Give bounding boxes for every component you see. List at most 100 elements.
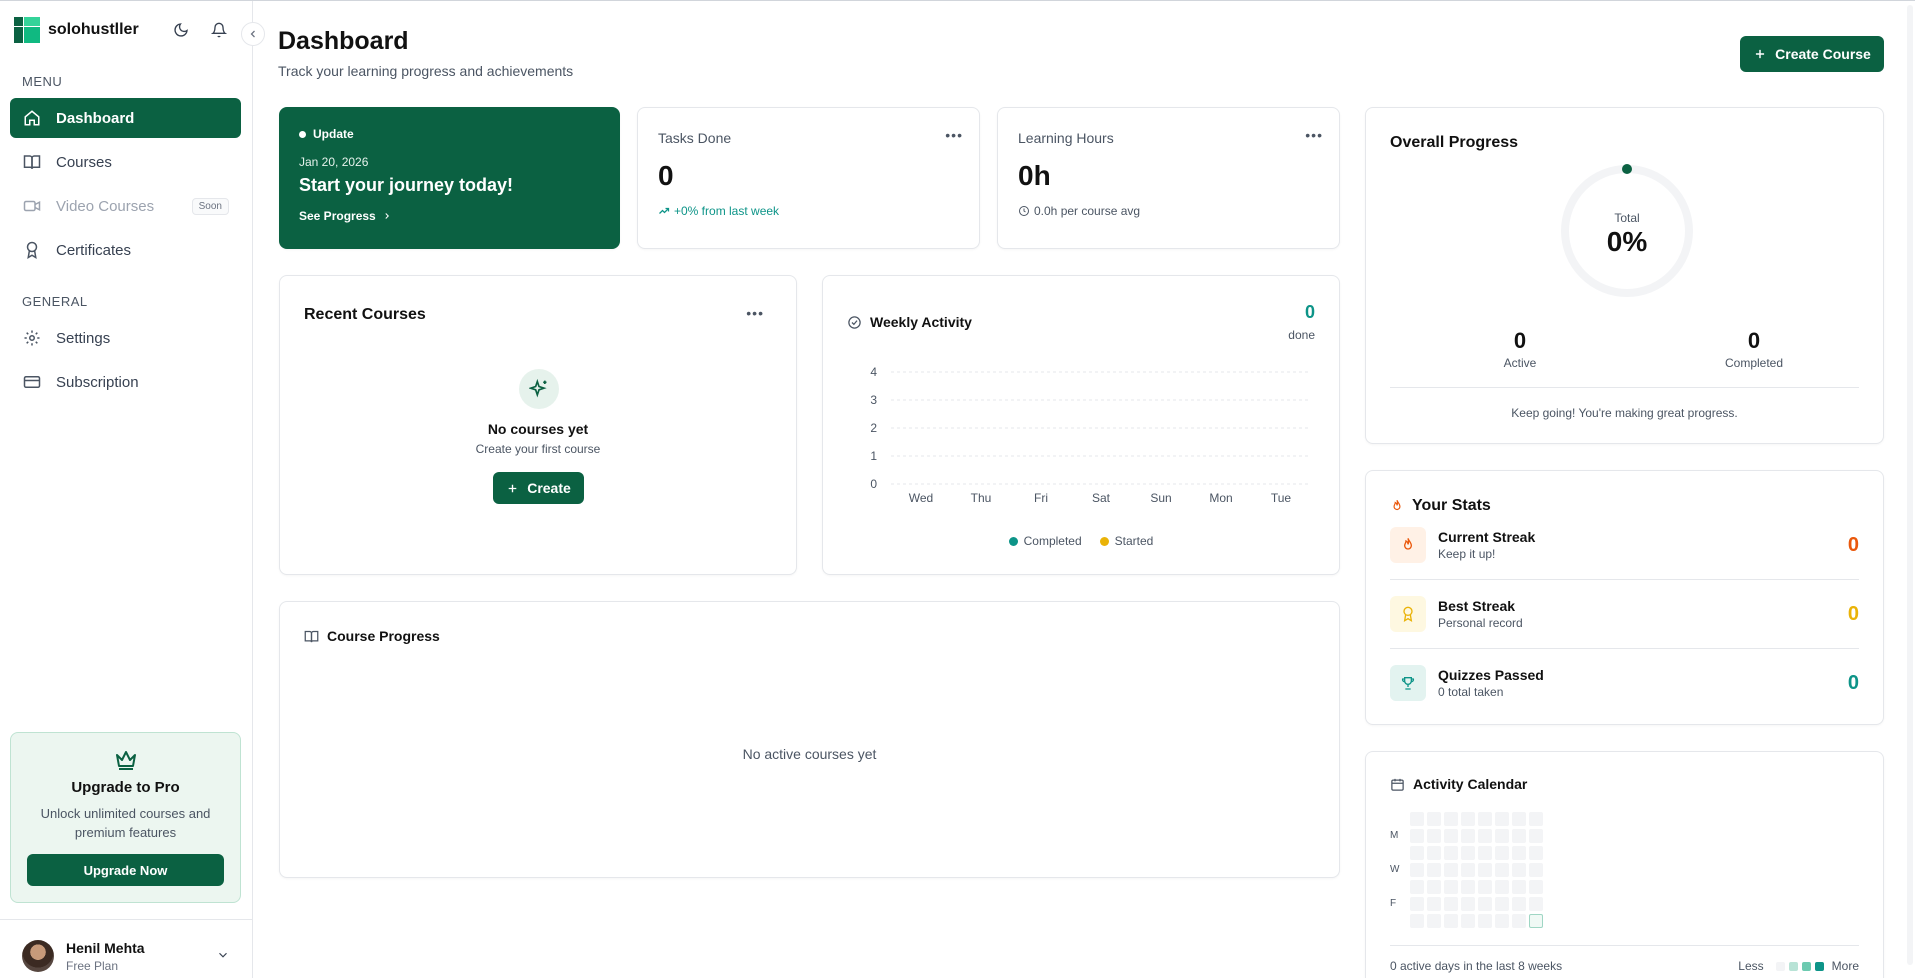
calendar-cell[interactable] bbox=[1444, 897, 1458, 911]
calendar-cell[interactable] bbox=[1461, 846, 1475, 860]
calendar-cell[interactable] bbox=[1427, 812, 1441, 826]
sidebar-item-settings[interactable]: Settings bbox=[10, 318, 241, 358]
calendar-cell[interactable] bbox=[1410, 880, 1424, 894]
calendar-cell[interactable] bbox=[1529, 829, 1543, 843]
calendar-cell[interactable] bbox=[1461, 880, 1475, 894]
calendar-cell[interactable] bbox=[1444, 863, 1458, 877]
calendar-grid bbox=[1410, 812, 1543, 928]
calendar-cell[interactable] bbox=[1495, 812, 1509, 826]
sidebar-item-certificates[interactable]: Certificates bbox=[10, 230, 241, 270]
calendar-cell[interactable] bbox=[1478, 914, 1492, 928]
calendar-cell[interactable] bbox=[1478, 880, 1492, 894]
weekly-activity-chart: 0 1 2 3 4 Wed Thu Fri Sat Sun Mon Tue bbox=[870, 365, 1311, 505]
more-options-icon[interactable]: ••• bbox=[945, 128, 963, 142]
calendar-cell[interactable] bbox=[1478, 863, 1492, 877]
calendar-cell[interactable] bbox=[1427, 880, 1441, 894]
calendar-day-label: W bbox=[1390, 864, 1400, 875]
sidebar-item-dashboard[interactable]: Dashboard bbox=[10, 98, 241, 138]
calendar-cell[interactable] bbox=[1512, 914, 1526, 928]
calendar-cell[interactable] bbox=[1495, 863, 1509, 877]
calendar-cell[interactable] bbox=[1529, 863, 1543, 877]
calendar-cell[interactable] bbox=[1495, 897, 1509, 911]
calendar-cell[interactable] bbox=[1410, 863, 1424, 877]
learning-hours-avg: 0.0h per course avg bbox=[1018, 204, 1140, 218]
sidebar-item-subscription[interactable]: Subscription bbox=[10, 362, 241, 402]
calendar-cell[interactable] bbox=[1461, 812, 1475, 826]
calendar-cell[interactable] bbox=[1478, 829, 1492, 843]
progress-ring: Total 0% bbox=[1558, 162, 1696, 300]
weekly-activity-count-label: done bbox=[1288, 328, 1315, 342]
ring-total-label: Total bbox=[1614, 211, 1640, 225]
calendar-cell[interactable] bbox=[1410, 846, 1424, 860]
calendar-cell[interactable] bbox=[1427, 829, 1441, 843]
legend-item-started: Started bbox=[1099, 534, 1153, 548]
calendar-cell[interactable] bbox=[1512, 812, 1526, 826]
calendar-cell[interactable] bbox=[1444, 914, 1458, 928]
calendar-cell[interactable] bbox=[1427, 863, 1441, 877]
calendar-cell[interactable] bbox=[1478, 812, 1492, 826]
create-button[interactable]: Create bbox=[493, 472, 584, 504]
avatar bbox=[22, 940, 54, 972]
calendar-cell[interactable] bbox=[1529, 880, 1543, 894]
calendar-cell[interactable] bbox=[1478, 897, 1492, 911]
calendar-cell-today[interactable] bbox=[1529, 914, 1543, 928]
calendar-cell[interactable] bbox=[1444, 846, 1458, 860]
flame-icon bbox=[1393, 499, 1401, 511]
sidebar-item-video-courses[interactable]: Video Courses Soon bbox=[10, 186, 241, 226]
x-tick-label: Mon bbox=[1209, 491, 1232, 505]
calendar-cell[interactable] bbox=[1427, 846, 1441, 860]
calendar-cell[interactable] bbox=[1410, 829, 1424, 843]
calendar-cell[interactable] bbox=[1461, 897, 1475, 911]
calendar-cell[interactable] bbox=[1529, 812, 1543, 826]
plus-icon bbox=[1756, 49, 1765, 59]
sidebar-item-courses[interactable]: Courses bbox=[10, 142, 241, 182]
update-card: Update Jan 20, 2026 Start your journey t… bbox=[279, 107, 620, 249]
calendar-cell[interactable] bbox=[1410, 897, 1424, 911]
calendar-cell[interactable] bbox=[1478, 846, 1492, 860]
legend-swatch bbox=[1775, 961, 1785, 971]
calendar-cell[interactable] bbox=[1495, 880, 1509, 894]
calendar-cell[interactable] bbox=[1461, 914, 1475, 928]
completed-stat: 0 Completed bbox=[1704, 328, 1804, 370]
no-courses-subtitle: Create your first course bbox=[475, 442, 601, 456]
moon-icon[interactable] bbox=[170, 19, 192, 41]
calendar-cell[interactable] bbox=[1529, 897, 1543, 911]
flame-icon bbox=[1390, 527, 1426, 563]
create-button-label: Create bbox=[527, 480, 571, 496]
brand-logo-icon bbox=[14, 17, 40, 43]
calendar-cell[interactable] bbox=[1410, 914, 1424, 928]
calendar-cell[interactable] bbox=[1495, 914, 1509, 928]
calendar-cell[interactable] bbox=[1529, 846, 1543, 860]
tasks-done-value: 0 bbox=[658, 160, 674, 191]
user-menu[interactable]: Henil Mehta Free Plan bbox=[0, 919, 253, 978]
tasks-done-change-text: +0% from last week bbox=[674, 204, 780, 218]
calendar-cell[interactable] bbox=[1461, 829, 1475, 843]
more-options-icon[interactable]: ••• bbox=[1305, 128, 1323, 142]
calendar-cell[interactable] bbox=[1512, 846, 1526, 860]
see-progress-link[interactable]: See Progress bbox=[299, 209, 392, 223]
create-course-button[interactable]: Create Course bbox=[1740, 36, 1884, 72]
calendar-cell[interactable] bbox=[1444, 880, 1458, 894]
calendar-cell[interactable] bbox=[1512, 880, 1526, 894]
calendar-cell[interactable] bbox=[1512, 863, 1526, 877]
calendar-cell[interactable] bbox=[1512, 897, 1526, 911]
calendar-cell[interactable] bbox=[1512, 829, 1526, 843]
collapse-sidebar-button[interactable] bbox=[241, 22, 265, 46]
calendar-cell[interactable] bbox=[1410, 812, 1424, 826]
stat-value: 0 bbox=[1847, 671, 1859, 694]
more-options-icon[interactable]: ••• bbox=[746, 306, 764, 320]
calendar-cell[interactable] bbox=[1444, 812, 1458, 826]
legend-less: Less bbox=[1738, 959, 1764, 973]
bell-icon[interactable] bbox=[208, 19, 230, 41]
calendar-cell[interactable] bbox=[1495, 829, 1509, 843]
calendar-cell[interactable] bbox=[1444, 829, 1458, 843]
calendar-cell[interactable] bbox=[1495, 846, 1509, 860]
page-scrollbar[interactable] bbox=[1907, 5, 1913, 965]
brand[interactable]: solohustller bbox=[14, 17, 139, 43]
calendar-cell[interactable] bbox=[1427, 897, 1441, 911]
calendar-legend: Less More bbox=[1738, 959, 1859, 973]
calendar-cell[interactable] bbox=[1427, 914, 1441, 928]
upgrade-now-button[interactable]: Upgrade Now bbox=[27, 854, 224, 886]
divider bbox=[1390, 945, 1859, 946]
calendar-cell[interactable] bbox=[1461, 863, 1475, 877]
